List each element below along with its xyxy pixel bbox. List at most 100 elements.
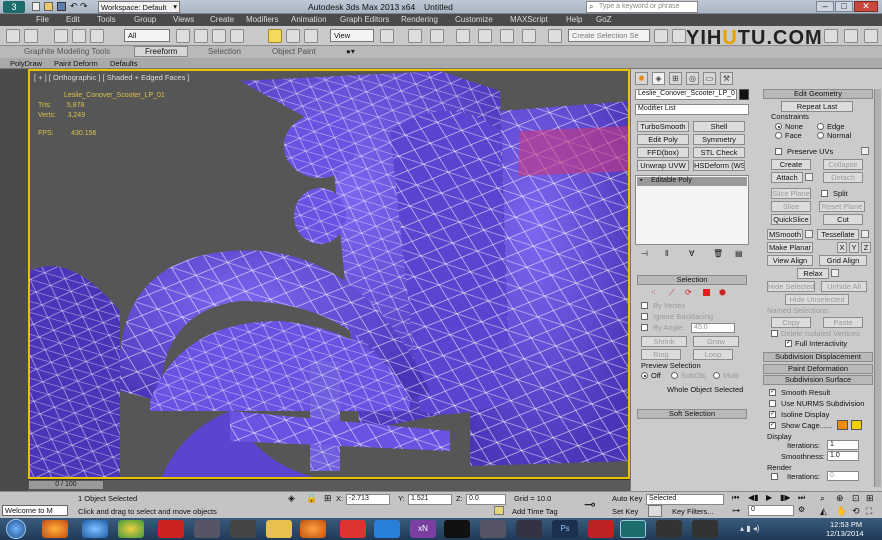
reference-coordinate-dropdown[interactable]: View: [330, 29, 374, 42]
add-time-tag[interactable]: Add Time Tag: [512, 507, 558, 516]
detach-button[interactable]: Detach: [823, 172, 863, 183]
symmetry-button[interactable]: Symmetry: [693, 134, 745, 145]
key-filters-button[interactable]: Key Filters...: [672, 507, 714, 516]
polygon-mode-icon[interactable]: [703, 289, 710, 296]
save-file-icon[interactable]: [57, 2, 66, 11]
xnview-icon[interactable]: xN: [410, 520, 436, 538]
preview-multi-radio[interactable]: [713, 372, 720, 379]
render-setup-icon[interactable]: [824, 29, 838, 43]
field-of-view-icon[interactable]: ◭: [820, 506, 827, 517]
grow-button[interactable]: Grow: [693, 336, 739, 347]
zoom-icon[interactable]: ⌕: [820, 493, 825, 504]
app-icon-9[interactable]: [692, 520, 718, 538]
render-iterations-checkbox[interactable]: [771, 473, 778, 480]
reset-plane-button[interactable]: Reset Plane: [819, 201, 865, 212]
attach-button[interactable]: Attach: [771, 172, 803, 183]
angle-spinner[interactable]: 45.0: [691, 323, 735, 333]
isoline-display-checkbox[interactable]: ✓: [769, 411, 776, 418]
mirror-icon[interactable]: [654, 29, 668, 43]
ribbon-tab-graphite-modeling-tools[interactable]: Graphite Modeling Tools: [24, 47, 110, 56]
object-name-field[interactable]: Leslie_Conover_Scooter_LP_0: [635, 89, 737, 100]
planar-x-button[interactable]: X: [837, 242, 847, 253]
smooth-result-checkbox[interactable]: ✓: [769, 389, 776, 396]
maxscript-listener[interactable]: Welcome to M: [2, 505, 68, 516]
time-configuration-icon[interactable]: ⚙: [798, 505, 805, 514]
taskbar-time[interactable]: 12:53 PM: [830, 520, 862, 529]
app-icon-5[interactable]: [480, 520, 506, 538]
msmooth-settings-icon[interactable]: [805, 230, 813, 238]
select-manipulate-icon[interactable]: [408, 29, 422, 43]
shell-button[interactable]: Shell: [693, 121, 745, 132]
object-color-swatch[interactable]: [739, 89, 749, 100]
ie-icon[interactable]: [82, 520, 108, 538]
window-crossing-icon[interactable]: [230, 29, 244, 43]
time-slider[interactable]: 0 / 100: [28, 480, 104, 490]
time-slider-track[interactable]: [28, 479, 630, 491]
app-icon-8[interactable]: [656, 520, 682, 538]
grid-align-button[interactable]: Grid Align: [819, 255, 867, 266]
snaps-toggle-icon[interactable]: [456, 29, 470, 43]
menu-animation[interactable]: Animation: [291, 15, 327, 24]
panel-polydraw[interactable]: PolyDraw: [10, 59, 42, 68]
create-tab-icon[interactable]: ✺: [635, 72, 648, 85]
configure-sets-icon[interactable]: ▤: [735, 249, 743, 258]
app-icon-6[interactable]: [516, 520, 542, 538]
quickslice-button[interactable]: QuickSlice: [771, 214, 811, 225]
align-icon[interactable]: [672, 29, 686, 43]
relax-settings-icon[interactable]: [831, 269, 839, 277]
keyboard-shortcut-override-icon[interactable]: [430, 29, 444, 43]
stack-item-editable-poly[interactable]: ▪ Editable Poly: [637, 177, 747, 186]
z-coord-field[interactable]: 0.0: [466, 494, 506, 505]
motion-tab-icon[interactable]: ◎: [686, 72, 699, 85]
slice-button[interactable]: Slice: [771, 201, 811, 212]
subdivision-displacement-rollout-header[interactable]: Subdivision Displacement: [763, 352, 873, 362]
hide-unselected-button[interactable]: Hide Unselected: [785, 294, 849, 305]
menu-help[interactable]: Help: [566, 15, 582, 24]
by-angle-checkbox[interactable]: [641, 324, 648, 331]
preserve-uvs-checkbox[interactable]: [775, 148, 782, 155]
ffd-box-button[interactable]: FFD(box): [637, 147, 689, 158]
ribbon-tab-freeform[interactable]: Freeform: [134, 46, 189, 57]
taskbar-date[interactable]: 12/13/2014: [826, 529, 864, 538]
ribbon-options-icon[interactable]: ●▾: [346, 47, 355, 56]
panel-scrollbar[interactable]: [874, 89, 881, 487]
border-mode-icon[interactable]: ⟳: [685, 288, 692, 297]
select-object-icon[interactable]: [176, 29, 190, 43]
hide-selected-button[interactable]: Hide Selected: [767, 281, 815, 292]
element-mode-icon[interactable]: ⬢: [719, 288, 726, 297]
menu-file[interactable]: File: [36, 15, 49, 24]
zoom-all-icon[interactable]: ⊕: [836, 493, 844, 504]
current-frame-field[interactable]: 0: [748, 505, 794, 516]
unwrap-uvw-button[interactable]: Unwrap UVW: [637, 160, 689, 171]
isolate-selection-icon[interactable]: ◈: [288, 493, 295, 504]
shrink-button[interactable]: Shrink: [641, 336, 687, 347]
menu-goz[interactable]: GoZ: [596, 15, 612, 24]
key-mode-toggle-icon[interactable]: ⊶: [732, 506, 740, 515]
utilities-tab-icon[interactable]: ⚒: [720, 72, 733, 85]
relax-button[interactable]: Relax: [797, 268, 829, 279]
explorer-icon[interactable]: [266, 520, 292, 538]
attach-settings-icon[interactable]: [805, 173, 813, 181]
hierarchy-tab-icon[interactable]: ⊞: [669, 72, 682, 85]
stl-check-button[interactable]: STL Check: [693, 147, 745, 158]
x-coord-field[interactable]: -2.713: [346, 494, 390, 505]
make-unique-icon[interactable]: ∀: [689, 249, 694, 258]
undo-button-icon[interactable]: [6, 29, 20, 43]
auto-key-button[interactable]: Auto Key: [612, 494, 642, 503]
set-keys-icon[interactable]: [648, 505, 662, 517]
show-end-result-icon[interactable]: ‖: [665, 249, 668, 258]
paste-button[interactable]: Paste: [823, 317, 863, 328]
menu-customize[interactable]: Customize: [455, 15, 493, 24]
render-production-icon[interactable]: [864, 29, 878, 43]
redo-button-icon[interactable]: [24, 29, 38, 43]
cage-color-swatch-1[interactable]: [837, 420, 848, 430]
open-file-icon[interactable]: [44, 2, 53, 11]
menu-tools[interactable]: Tools: [97, 15, 116, 24]
play-icon[interactable]: ▶: [766, 493, 772, 502]
vertex-mode-icon[interactable]: ⁖: [651, 288, 656, 297]
constraint-face-radio[interactable]: [775, 132, 782, 139]
rectangular-selection-icon[interactable]: [212, 29, 226, 43]
viewport-orthographic[interactable]: [ + ] [ Orthographic ] [ Shaded + Edged …: [28, 69, 630, 479]
pin-stack-icon[interactable]: ⊣: [641, 249, 648, 258]
percent-snap-icon[interactable]: [500, 29, 514, 43]
